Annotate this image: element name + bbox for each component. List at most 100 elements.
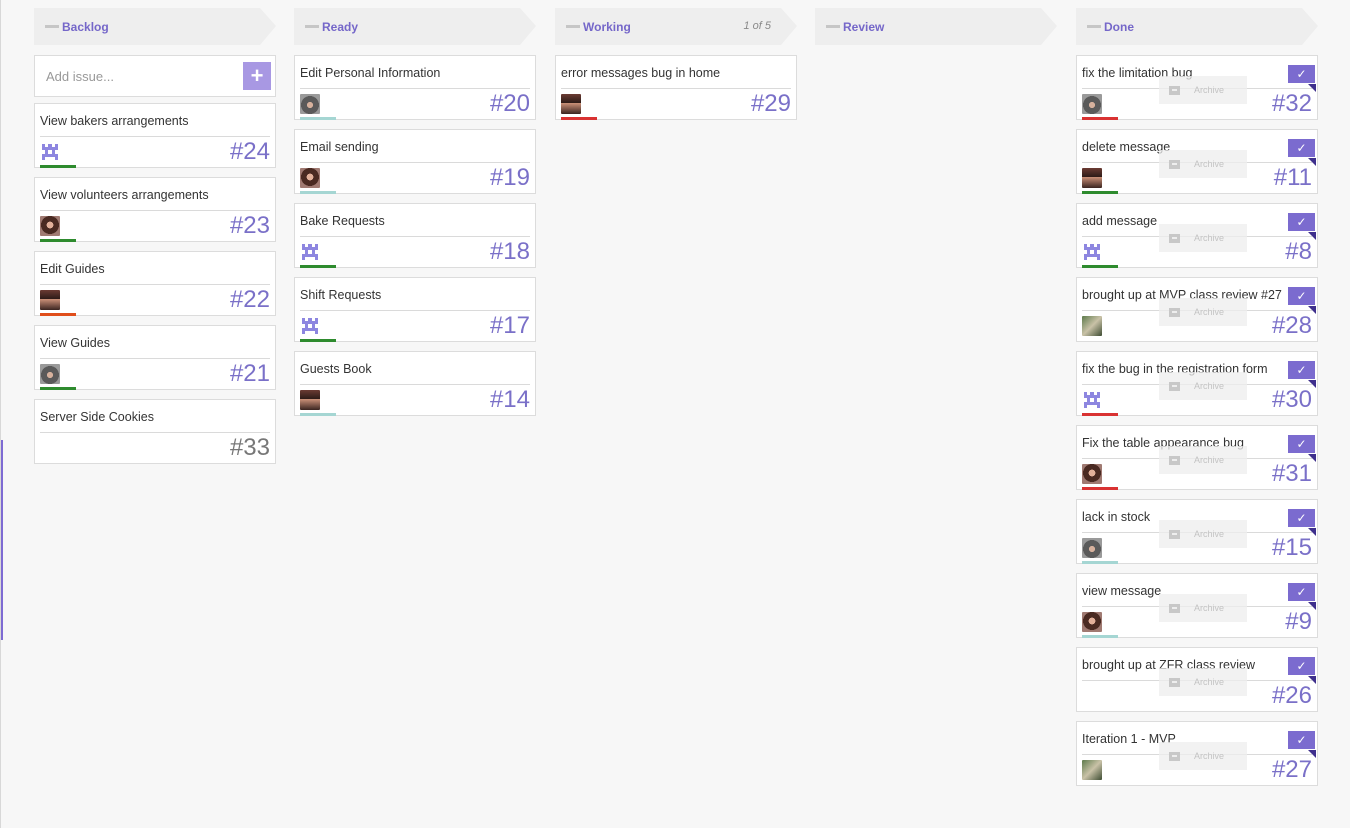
- issue-card[interactable]: brought up at ZFR class review #26 Archive…: [1076, 647, 1318, 712]
- issue-title[interactable]: view message: [1082, 584, 1161, 598]
- issue-card[interactable]: Bake Requests #18: [294, 203, 536, 268]
- issue-number[interactable]: #21: [230, 360, 270, 388]
- assignee-avatar[interactable]: [1082, 612, 1102, 632]
- collapse-handle-icon[interactable]: [305, 25, 319, 28]
- issue-card[interactable]: fix the bug in the registration form #30 A…: [1076, 351, 1318, 416]
- column-header[interactable]: Working 1 of 5: [555, 8, 797, 45]
- issue-card[interactable]: lack in stock #15 Archive ✓: [1076, 499, 1318, 564]
- archive-button[interactable]: Archive: [1159, 150, 1247, 178]
- check-icon[interactable]: ✓: [1288, 65, 1315, 83]
- issue-title[interactable]: Shift Requests: [300, 288, 381, 302]
- assignee-avatar[interactable]: [1082, 94, 1102, 114]
- archive-button[interactable]: Archive: [1159, 742, 1247, 770]
- check-icon[interactable]: ✓: [1288, 657, 1315, 675]
- issue-number[interactable]: #15: [1272, 534, 1312, 562]
- issue-card[interactable]: Email sending #19: [294, 129, 536, 194]
- issue-number[interactable]: #17: [490, 312, 530, 340]
- issue-title[interactable]: Guests Book: [300, 362, 372, 376]
- assignee-avatar[interactable]: [1082, 316, 1102, 336]
- assignee-avatar[interactable]: [561, 94, 581, 114]
- issue-card[interactable]: View Guides #21: [34, 325, 276, 390]
- issue-card[interactable]: View bakers arrangements #24: [34, 103, 276, 168]
- issue-number[interactable]: #28: [1272, 312, 1312, 340]
- issue-number[interactable]: #11: [1274, 164, 1312, 192]
- issue-number[interactable]: #14: [490, 386, 530, 414]
- issue-title[interactable]: View bakers arrangements: [40, 114, 188, 128]
- column-header[interactable]: Backlog: [34, 8, 276, 45]
- issue-card[interactable]: view message #9 Archive ✓: [1076, 573, 1318, 638]
- assignee-avatar[interactable]: [40, 216, 60, 236]
- issue-title[interactable]: View volunteers arrangements: [40, 188, 209, 202]
- issue-number[interactable]: #9: [1285, 608, 1312, 636]
- check-icon[interactable]: ✓: [1288, 583, 1315, 601]
- archive-button[interactable]: Archive: [1159, 594, 1247, 622]
- issue-number[interactable]: #23: [230, 212, 270, 240]
- issue-number[interactable]: #20: [490, 90, 530, 118]
- issue-card[interactable]: Iteration 1 - MVP #27 Archive ✓: [1076, 721, 1318, 786]
- column-header[interactable]: Review: [815, 8, 1057, 45]
- add-issue-input[interactable]: [36, 57, 241, 95]
- issue-title[interactable]: View Guides: [40, 336, 110, 350]
- issue-card[interactable]: add message #8 Archive ✓: [1076, 203, 1318, 268]
- issue-number[interactable]: #19: [490, 164, 530, 192]
- assignee-avatar[interactable]: [1082, 168, 1102, 188]
- issue-number[interactable]: #24: [230, 138, 270, 166]
- archive-button[interactable]: Archive: [1159, 446, 1247, 474]
- assignee-avatar[interactable]: [1082, 464, 1102, 484]
- issue-number[interactable]: #33: [230, 434, 270, 462]
- assignee-avatar[interactable]: [300, 316, 320, 336]
- check-icon[interactable]: ✓: [1288, 509, 1315, 527]
- issue-number[interactable]: #32: [1272, 90, 1312, 118]
- issue-card[interactable]: Shift Requests #17: [294, 277, 536, 342]
- assignee-avatar[interactable]: [40, 364, 60, 384]
- issue-card[interactable]: error messages bug in home #29: [555, 55, 797, 120]
- issue-title[interactable]: Server Side Cookies: [40, 410, 154, 424]
- check-icon[interactable]: ✓: [1288, 435, 1315, 453]
- collapse-handle-icon[interactable]: [826, 25, 840, 28]
- issue-card[interactable]: View volunteers arrangements #23: [34, 177, 276, 242]
- assignee-avatar[interactable]: [1082, 390, 1102, 410]
- assignee-avatar[interactable]: [300, 168, 320, 188]
- check-icon[interactable]: ✓: [1288, 731, 1315, 749]
- assignee-avatar[interactable]: [40, 142, 60, 162]
- assignee-avatar[interactable]: [1082, 760, 1102, 780]
- issue-title[interactable]: Edit Guides: [40, 262, 105, 276]
- issue-card[interactable]: brought up at MVP class review #27 #28 Arc…: [1076, 277, 1318, 342]
- assignee-avatar[interactable]: [300, 94, 320, 114]
- issue-number[interactable]: #8: [1285, 238, 1312, 266]
- check-icon[interactable]: ✓: [1288, 213, 1315, 231]
- issue-card[interactable]: Guests Book #14: [294, 351, 536, 416]
- issue-title[interactable]: Bake Requests: [300, 214, 385, 228]
- column-header[interactable]: Ready: [294, 8, 536, 45]
- issue-card[interactable]: Edit Personal Information #20: [294, 55, 536, 120]
- issue-card[interactable]: Server Side Cookies #33: [34, 399, 276, 464]
- archive-button[interactable]: Archive: [1159, 520, 1247, 548]
- assignee-avatar[interactable]: [1082, 538, 1102, 558]
- archive-button[interactable]: Archive: [1159, 668, 1247, 696]
- issue-title[interactable]: delete message: [1082, 140, 1170, 154]
- add-issue-button[interactable]: +: [243, 62, 271, 90]
- collapse-handle-icon[interactable]: [1087, 25, 1101, 28]
- issue-title[interactable]: error messages bug in home: [561, 66, 720, 80]
- issue-title[interactable]: lack in stock: [1082, 510, 1150, 524]
- check-icon[interactable]: ✓: [1288, 287, 1315, 305]
- archive-button[interactable]: Archive: [1159, 224, 1247, 252]
- archive-button[interactable]: Archive: [1159, 372, 1247, 400]
- issue-number[interactable]: #27: [1272, 756, 1312, 784]
- archive-button[interactable]: Archive: [1159, 298, 1247, 326]
- issue-title[interactable]: Edit Personal Information: [300, 66, 440, 80]
- issue-number[interactable]: #31: [1272, 460, 1312, 488]
- assignee-avatar[interactable]: [40, 290, 60, 310]
- check-icon[interactable]: ✓: [1288, 139, 1315, 157]
- collapse-handle-icon[interactable]: [45, 25, 59, 28]
- column-header[interactable]: Done: [1076, 8, 1318, 45]
- issue-number[interactable]: #18: [490, 238, 530, 266]
- issue-card[interactable]: Edit Guides #22: [34, 251, 276, 316]
- archive-button[interactable]: Archive: [1159, 76, 1247, 104]
- issue-number[interactable]: #26: [1272, 682, 1312, 710]
- issue-number[interactable]: #22: [230, 286, 270, 314]
- issue-title[interactable]: add message: [1082, 214, 1157, 228]
- assignee-avatar[interactable]: [1082, 242, 1102, 262]
- assignee-avatar[interactable]: [300, 390, 320, 410]
- issue-card[interactable]: Fix the table appearance bug #31 Archive ✓: [1076, 425, 1318, 490]
